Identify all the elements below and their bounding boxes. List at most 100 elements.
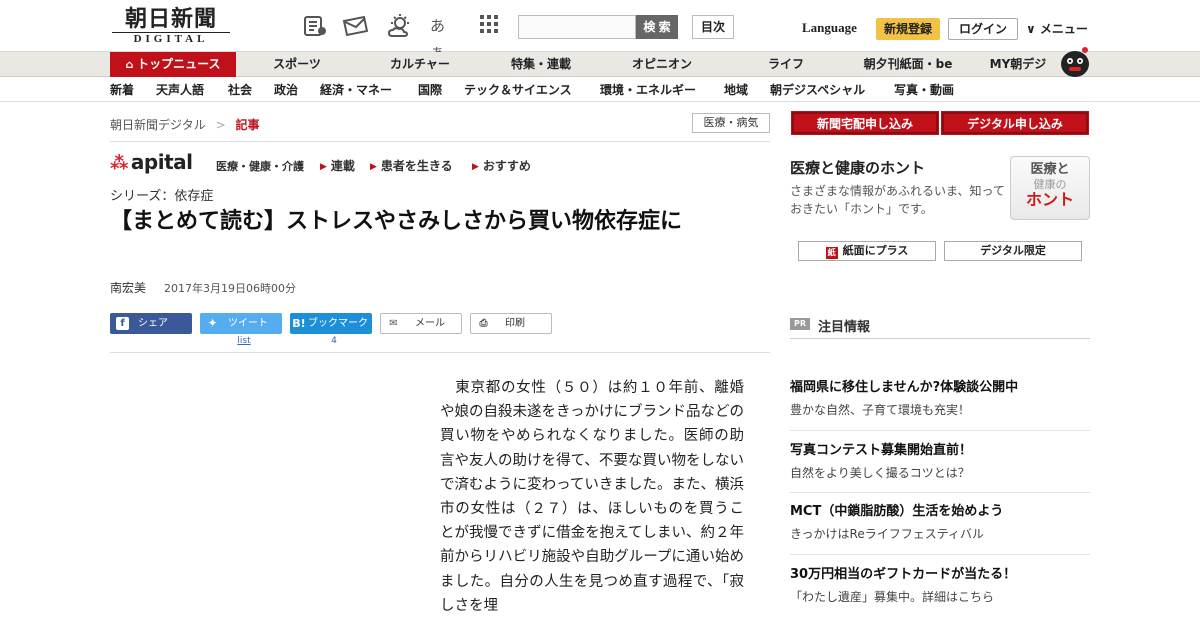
nav2-photo-video[interactable]: 写真・動画 [894, 78, 954, 102]
nav-newspaper[interactable]: 朝夕刊紙面・be [852, 52, 964, 77]
logo-subtitle: DIGITAL [112, 32, 230, 46]
apital-link-recommended[interactable]: おすすめ [472, 157, 531, 174]
nav2-latest[interactable]: 新着 [110, 78, 134, 102]
grid-menu-icon[interactable] [478, 13, 504, 39]
article-date: 2017年3月19日06時00分 [164, 282, 296, 295]
share-label: 印刷 [505, 318, 525, 329]
share-label: メール [415, 318, 445, 329]
apital-link-patients[interactable]: 患者を生きる [370, 157, 453, 174]
pr-item-subtitle: 「わたし遺産」募集中。詳細はこちら [790, 590, 995, 604]
honto-description: さまざまな情報があふれるいま、知っておきたい「ホント」です。 [790, 184, 1005, 216]
pr-item[interactable]: 30万円相当のギフトカードが当たる！ 「わたし遺産」募集中。詳細はこちら [790, 565, 1090, 607]
font-size-icon[interactable]: あぁ [430, 13, 456, 61]
pr-item[interactable]: 福岡県に移住しませんか?体験談公開中 豊かな自然、子育て環境も充実！ [790, 378, 1090, 420]
breadcrumb-current: 記事 [235, 118, 260, 132]
secondary-nav: 新着 天声人語 社会 政治 経済・マネー 国際 テック＆サイエンス 環境・エネル… [0, 78, 1200, 102]
hatena-bookmark-button[interactable]: B! ブックマーク [290, 313, 372, 334]
primary-nav: ⌂ トップニュース スポーツ カルチャー 特集・連載 オピニオン ライフ 朝夕刊… [0, 47, 1200, 77]
nav-top-news[interactable]: ⌂ トップニュース [110, 52, 236, 77]
subscribe-digital-button[interactable]: デジタル申し込み [942, 112, 1088, 134]
paper-plus-button[interactable]: 紙紙面にプラス [798, 241, 936, 261]
divider [110, 352, 770, 353]
breadcrumb: 朝日新聞デジタル > 記事 [110, 116, 260, 133]
pr-section-title: 注目情報 [818, 320, 871, 335]
mail-share-button[interactable]: ✉ メール [380, 313, 462, 334]
twitter-share-button[interactable]: ✦ ツイート [200, 313, 282, 334]
honto-banner[interactable]: 医療と 健康の ホント [1010, 156, 1090, 220]
subscribe-paper-button[interactable]: 新聞宅配申し込み [792, 112, 938, 134]
nav2-environment[interactable]: 環境・エネルギー [600, 78, 696, 102]
facebook-share-button[interactable]: f シェア [110, 313, 192, 334]
apital-logo[interactable]: ⁂ apital [110, 150, 193, 174]
home-icon: ⌂ [125, 58, 138, 71]
nav2-international[interactable]: 国際 [418, 78, 442, 102]
nav-life[interactable]: ライフ [746, 52, 826, 77]
honto-banner-line1: 医療と [1030, 162, 1070, 177]
category-tag[interactable]: 医療・病気 [692, 113, 770, 133]
honto-banner-line3: ホント [1025, 190, 1074, 209]
login-button[interactable]: ログイン [948, 18, 1018, 40]
apital-logo-text: apital [130, 150, 193, 174]
twitter-icon: ✦ [207, 316, 218, 330]
pr-item-title[interactable]: 福岡県に移住しませんか?体験談公開中 [790, 378, 1090, 398]
nav2-special[interactable]: 朝デジスペシャル [770, 78, 865, 102]
article-body: 東京都の女性（５０）は約１０年前、離婚や娘の自殺未遂をきっかけにブランド品などの… [440, 380, 744, 614]
nav-opinion[interactable]: オピニオン [616, 52, 708, 77]
paper-plus-icon: 紙 [825, 247, 838, 259]
logo-title: 朝日新聞 [124, 6, 217, 32]
weather-icon[interactable] [386, 13, 412, 39]
share-label: ツイート [228, 318, 268, 329]
pr-item-title[interactable]: 写真コンテスト募集開始直前！ [790, 441, 1090, 461]
toc-button[interactable]: 目次 [692, 15, 734, 39]
divider [790, 554, 1090, 555]
nav-culture[interactable]: カルチャー [372, 52, 468, 77]
nav2-politics[interactable]: 政治 [274, 78, 298, 102]
language-link[interactable]: Language [802, 20, 857, 36]
pr-item-title[interactable]: MCT（中鎖脂肪酸）生活を始めよう [790, 502, 1090, 522]
article-author: 南宏美 [110, 281, 147, 295]
nav-sports[interactable]: スポーツ [256, 52, 338, 77]
honto-title[interactable]: 医療と健康のホント [790, 157, 925, 178]
pr-item[interactable]: MCT（中鎖脂肪酸）生活を始めよう きっかけはReライフフェスティバル [790, 502, 1090, 544]
divider [790, 492, 1090, 493]
breadcrumb-separator: > [215, 118, 226, 132]
nav-features[interactable]: 特集・連載 [494, 52, 588, 77]
hatena-count[interactable]: 4 [324, 336, 344, 346]
pr-item-subtitle: 豊かな自然、子育て環境も充実！ [790, 403, 971, 417]
search-button[interactable]: 検 索 [636, 15, 678, 39]
nav2-region[interactable]: 地域 [724, 78, 748, 102]
register-button[interactable]: 新規登録 [876, 18, 940, 40]
button-label: 紙面にプラス [842, 244, 909, 257]
breadcrumb-home[interactable]: 朝日新聞デジタル [110, 118, 206, 132]
nav-my-asadigi[interactable]: MY朝デジ [980, 52, 1056, 77]
nav2-tech-science[interactable]: テック＆サイエンス [464, 78, 572, 102]
apital-dots-icon: ⁂ [110, 153, 128, 174]
nav2-economy[interactable]: 経済・マネー [320, 78, 392, 102]
share-label: シェア [138, 318, 168, 329]
print-button[interactable]: ⎙ 印刷 [470, 313, 552, 334]
pr-item[interactable]: 写真コンテスト募集開始直前！ 自然をより美しく撮るコツとは？ [790, 441, 1090, 483]
menu-button[interactable]: ∨ メニュー [1026, 20, 1088, 37]
article-series[interactable]: シリーズ：依存症 [110, 185, 213, 204]
hatena-icon: B! [292, 317, 306, 330]
nav2-tenseijingo[interactable]: 天声人語 [156, 78, 204, 102]
apital-link-series[interactable]: 連載 [320, 157, 355, 174]
divider [110, 141, 770, 142]
share-label: ブックマーク [308, 318, 368, 329]
twitter-count[interactable]: list [234, 336, 254, 346]
nav-label: トップニュース [137, 57, 221, 71]
pr-item-subtitle: きっかけはReライフフェスティバル [790, 527, 984, 541]
mail-icon[interactable] [342, 13, 369, 39]
newspaper-icon[interactable] [302, 13, 328, 39]
facebook-icon: f [116, 317, 129, 330]
pr-badge: PR [790, 318, 810, 330]
nav2-society[interactable]: 社会 [228, 78, 252, 102]
mascot-icon[interactable] [1058, 44, 1092, 78]
pr-item-title[interactable]: 30万円相当のギフトカードが当たる！ [790, 565, 1090, 585]
search-input[interactable] [518, 15, 636, 39]
envelope-icon: ✉ [389, 318, 398, 329]
digital-only-button[interactable]: デジタル限定 [944, 241, 1082, 261]
asahi-logo[interactable]: 朝日新聞 DIGITAL [112, 7, 230, 46]
divider [790, 338, 1090, 339]
site-header: 朝日新聞 DIGITAL あぁ 検 索 目次 Language 新規登録 ログイ… [0, 0, 1200, 61]
